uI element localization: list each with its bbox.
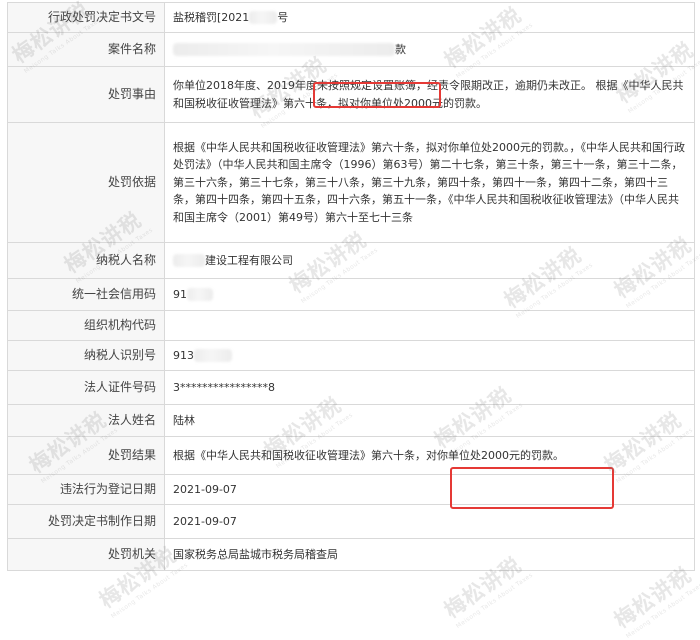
redacted-block: [173, 43, 395, 57]
label-decision-date: 处罚决定书制作日期: [7, 504, 165, 539]
row-taxpayer-name: 纳税人名称 建设工程有限公司: [7, 242, 695, 279]
redacted-block: [194, 349, 232, 363]
decision-number-text: 盐税稽罚[2021: [173, 10, 250, 24]
value-penalty-authority: 国家税务总局盐城市税务局稽查局: [164, 538, 695, 571]
label-penalty-authority: 处罚机关: [7, 538, 165, 571]
row-org-code: 组织机构代码: [7, 310, 695, 341]
value-org-code: [164, 310, 695, 341]
row-credit-code: 统一社会信用码 91: [7, 278, 695, 311]
label-legal-id: 法人证件号码: [7, 370, 165, 405]
value-legal-id: 3****************8: [164, 370, 695, 405]
value-penalty-basis: 根据《中华人民共和国税收征收管理法》第六十条，拟对你单位处2000元的罚款。，《…: [164, 122, 695, 243]
result-text-highlighted: 对你单位处2000元的罚款。: [426, 448, 564, 462]
redacted-block: [187, 288, 213, 302]
row-penalty-reason: 处罚事由 你单位2018年度、2019年度未按照规定设置账簿，经责令限期改正，逾…: [7, 66, 695, 123]
taxpayer-id-text: 913: [173, 348, 194, 362]
row-penalty-authority: 处罚机关 国家税务总局盐城市税务局稽查局: [7, 538, 695, 571]
value-taxpayer-id: 913: [164, 340, 695, 371]
label-penalty-reason: 处罚事由: [7, 66, 165, 123]
label-legal-name: 法人姓名: [7, 404, 165, 437]
value-case-name: 款: [164, 32, 695, 67]
label-taxpayer-name: 纳税人名称: [7, 242, 165, 279]
label-violation-date: 违法行为登记日期: [7, 474, 165, 505]
value-penalty-result: 根据《中华人民共和国税收征收管理法》第六十条，对你单位处2000元的罚款。: [164, 436, 695, 475]
value-violation-date: 2021-09-07: [164, 474, 695, 505]
row-decision-date: 处罚决定书制作日期 2021-09-07: [7, 504, 695, 539]
row-decision-number: 行政处罚决定书文号 盐税稽罚[2021 号: [7, 2, 695, 33]
decision-number-tail: 号: [277, 10, 289, 24]
label-taxpayer-id: 纳税人识别号: [7, 340, 165, 371]
row-legal-name: 法人姓名 陆林: [7, 404, 695, 437]
reason-text-pre: 你单位2018年度、2019年度: [173, 79, 317, 92]
result-text-pre: 根据《中华人民共和国税收征收管理法》第六十条，: [173, 448, 426, 462]
row-case-name: 案件名称 款: [7, 32, 695, 67]
label-penalty-result: 处罚结果: [7, 436, 165, 475]
label-case-name: 案件名称: [7, 32, 165, 67]
row-penalty-basis: 处罚依据 根据《中华人民共和国税收征收管理法》第六十条，拟对你单位处2000元的…: [7, 122, 695, 243]
value-credit-code: 91: [164, 278, 695, 311]
redacted-block: [249, 11, 278, 25]
row-penalty-result: 处罚结果 根据《中华人民共和国税收征收管理法》第六十条，对你单位处2000元的罚…: [7, 436, 695, 475]
value-decision-number: 盐税稽罚[2021 号: [164, 2, 695, 33]
redacted-block: [173, 254, 205, 268]
value-decision-date: 2021-09-07: [164, 504, 695, 539]
label-decision-number: 行政处罚决定书文号: [7, 2, 165, 33]
row-legal-id: 法人证件号码 3****************8: [7, 370, 695, 405]
row-violation-date: 违法行为登记日期 2021-09-07: [7, 474, 695, 505]
credit-code-text: 91: [173, 287, 187, 301]
penalty-record-table: 行政处罚决定书文号 盐税稽罚[2021 号 案件名称 款 处罚事由 你单位2018…: [7, 2, 695, 571]
label-penalty-basis: 处罚依据: [7, 122, 165, 243]
label-credit-code: 统一社会信用码: [7, 278, 165, 311]
label-org-code: 组织机构代码: [7, 310, 165, 341]
case-name-tail: 款: [395, 42, 406, 56]
value-legal-name: 陆林: [164, 404, 695, 437]
value-penalty-reason: 你单位2018年度、2019年度未按照规定设置账簿，经责令限期改正，逾期仍未改正…: [164, 66, 695, 123]
taxpayer-name-tail: 建设工程有限公司: [205, 253, 293, 267]
value-taxpayer-name: 建设工程有限公司: [164, 242, 695, 279]
reason-text-highlighted: 未按照规定设置账簿: [317, 79, 416, 92]
row-taxpayer-id: 纳税人识别号 913: [7, 340, 695, 371]
